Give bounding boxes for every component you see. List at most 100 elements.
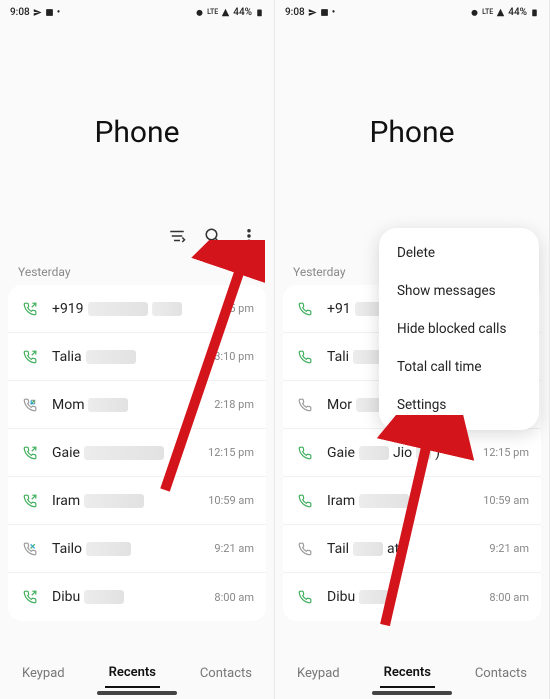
call-name: Tali [327, 349, 349, 365]
call-name: Dibu [327, 589, 355, 605]
battery-text: 44% [233, 7, 252, 18]
nav-contacts[interactable]: Contacts [471, 660, 531, 687]
outgoing-call-icon [20, 446, 40, 460]
call-name: Dibu [52, 589, 80, 605]
menu-hide-blocked[interactable]: Hide blocked calls [379, 310, 539, 348]
nav-keypad[interactable]: Keypad [18, 660, 69, 687]
call-row[interactable]: Tailo 9:21 am [8, 525, 266, 573]
more-button[interactable] [240, 227, 258, 245]
status-bar: 9:08 • LTE 44% [275, 0, 549, 20]
menu-total-call-time[interactable]: Total call time [379, 348, 539, 386]
signal-icon [496, 8, 505, 17]
call-row[interactable]: Tail at 9:21 am [283, 525, 541, 573]
status-bar: 9:08 • LTE 44% [0, 0, 274, 20]
close-paren: ) [435, 445, 440, 461]
image-icon [45, 8, 54, 17]
search-icon [204, 227, 222, 245]
call-name: Mom [52, 397, 84, 413]
right-screenshot: 9:08 • LTE 44% Phone Yesterday +91 Tali [275, 0, 550, 699]
status-time: 9:08 [285, 7, 305, 18]
menu-show-messages[interactable]: Show messages [379, 272, 539, 310]
call-time: 12:15 pm [208, 446, 254, 459]
call-row[interactable]: Dibu 8:00 am [283, 573, 541, 621]
bottom-nav: Keypad Recents Contacts [275, 647, 549, 699]
call-row[interactable]: Dibu 8:00 am [8, 573, 266, 621]
more-vertical-icon [240, 227, 258, 245]
status-net: LTE [482, 8, 493, 16]
menu-delete[interactable]: Delete [379, 234, 539, 272]
outgoing-call-icon [20, 350, 40, 364]
send-icon [308, 8, 317, 17]
call-name: Iram [327, 493, 355, 509]
inout-call-icon [295, 542, 315, 556]
call-time: 8:00 am [489, 591, 529, 604]
call-row[interactable]: Iram 10:59 am [8, 477, 266, 525]
call-row[interactable]: Talia 3:10 pm [8, 333, 266, 381]
outgoing-call-icon [20, 590, 40, 604]
outgoing-call-icon [295, 302, 315, 316]
call-row[interactable]: GaieJio) 12:15 pm [283, 429, 541, 477]
image-icon [320, 8, 329, 17]
status-dot: • [332, 7, 336, 18]
call-row[interactable]: Iram 10:59 am [283, 477, 541, 525]
status-net: LTE [207, 8, 218, 16]
status-time: 9:08 [10, 7, 30, 18]
call-time: 8:00 am [214, 591, 254, 604]
toolbar [0, 225, 274, 257]
nav-recents[interactable]: Recents [105, 659, 160, 688]
alarm-icon [470, 8, 479, 17]
call-name: Tail [327, 541, 349, 557]
call-extra: Jio [393, 445, 412, 461]
call-name: Gaie [52, 445, 80, 461]
nav-keypad[interactable]: Keypad [293, 660, 344, 687]
call-name: +91 [327, 301, 351, 317]
battery-icon [530, 8, 539, 17]
battery-text: 44% [508, 7, 527, 18]
call-time: 10:59 am [208, 494, 254, 507]
page-title: Phone [0, 115, 274, 150]
left-screenshot: 9:08 • LTE 44% Phone Yesterday +919 [0, 0, 275, 699]
call-row[interactable]: +919 55 pm [8, 285, 266, 333]
call-name: Tailo [52, 541, 82, 557]
call-row[interactable]: Gaie 12:15 pm [8, 429, 266, 477]
inout-call-icon [20, 542, 40, 556]
outgoing-call-icon [20, 302, 40, 316]
page-title: Phone [275, 115, 549, 150]
call-name: Mor [327, 397, 352, 413]
outgoing-call-icon [295, 446, 315, 460]
call-time: 9:21 am [214, 542, 254, 555]
menu-settings[interactable]: Settings [379, 386, 539, 424]
nav-recents[interactable]: Recents [380, 659, 435, 688]
call-extra: at [387, 541, 399, 557]
overflow-menu: Delete Show messages Hide blocked calls … [379, 228, 539, 430]
call-row[interactable]: Mom 2:18 pm [8, 381, 266, 429]
inout-call-icon [295, 398, 315, 412]
search-button[interactable] [204, 227, 222, 245]
call-name: +919 [52, 301, 84, 317]
outgoing-call-icon [295, 494, 315, 508]
outgoing-call-icon [295, 350, 315, 364]
call-time: 3:10 pm [214, 350, 254, 363]
call-time: 10:59 am [483, 494, 529, 507]
send-icon [33, 8, 42, 17]
inout-call-icon [20, 398, 40, 412]
nav-contacts[interactable]: Contacts [196, 660, 256, 687]
section-label: Yesterday [0, 257, 274, 285]
alarm-icon [195, 8, 204, 17]
home-indicator[interactable] [372, 691, 452, 695]
outgoing-call-icon [20, 494, 40, 508]
call-time: 2:18 pm [214, 398, 254, 411]
call-time: 9:21 am [489, 542, 529, 555]
outgoing-call-icon [295, 590, 315, 604]
battery-icon [255, 8, 264, 17]
call-time: 55 pm [223, 302, 254, 315]
call-name: Gaie [327, 445, 355, 461]
signal-icon [221, 8, 230, 17]
filter-button[interactable] [168, 227, 186, 245]
home-indicator[interactable] [97, 691, 177, 695]
call-name: Iram [52, 493, 80, 509]
bottom-nav: Keypad Recents Contacts [0, 647, 274, 699]
call-name: Talia [52, 349, 82, 365]
filter-icon [168, 227, 186, 245]
status-dot: • [57, 7, 61, 18]
